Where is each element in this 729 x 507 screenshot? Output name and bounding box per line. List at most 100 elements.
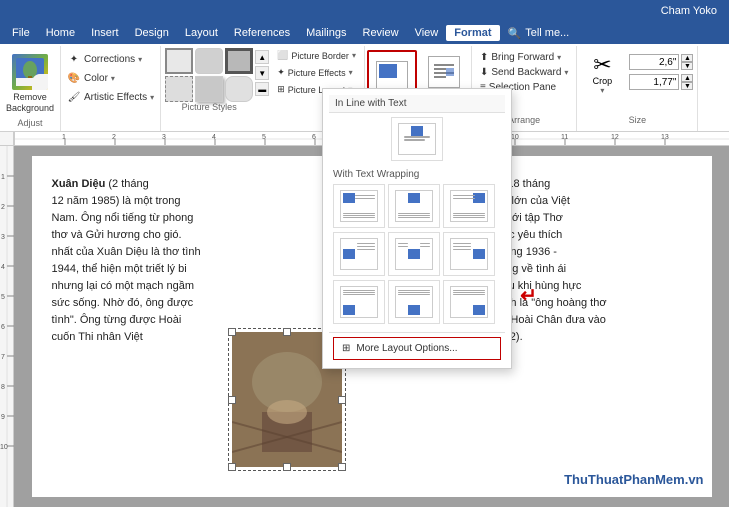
handle-br[interactable] [338, 463, 346, 471]
svg-text:4: 4 [212, 134, 216, 141]
style-swatch-3[interactable] [225, 48, 253, 74]
adjust-label [63, 125, 158, 127]
tell-me-label: Tell me... [525, 27, 569, 39]
svg-text:1: 1 [1, 174, 5, 181]
color-button[interactable]: 🎨 Color ▾ [63, 69, 158, 87]
remove-background-button[interactable]: RemoveBackground [2, 50, 58, 118]
height-down[interactable]: ▼ [681, 62, 693, 70]
picture-border-icon: ⬜ [277, 50, 288, 61]
svg-text:7: 7 [1, 354, 5, 361]
style-swatch-2[interactable] [195, 48, 223, 74]
menu-home[interactable]: Home [38, 25, 83, 41]
bring-forward-icon: ⬆ [480, 52, 488, 63]
menu-file[interactable]: File [4, 25, 38, 41]
send-backward-label: Send Backward [491, 67, 561, 78]
wrap-ml-icon [340, 238, 378, 270]
style-scroll-down[interactable]: ▼ [255, 66, 269, 80]
handle-tm[interactable] [283, 328, 291, 336]
crop-button[interactable]: ✂ Crop ▾ [579, 50, 625, 99]
menu-review[interactable]: Review [355, 25, 407, 41]
inline-label: In Line with Text [329, 95, 505, 113]
style-swatch-6[interactable] [225, 76, 253, 102]
handle-ml[interactable] [228, 396, 236, 404]
handle-bm[interactable] [283, 463, 291, 471]
bring-forward-button[interactable]: ⬆ Bring Forward ▾ [476, 50, 572, 65]
wrap-ml[interactable] [333, 232, 385, 276]
wrap-icon [428, 56, 460, 88]
svg-text:2: 2 [112, 134, 116, 141]
wrap-tl[interactable] [333, 184, 385, 228]
svg-text:8: 8 [1, 384, 5, 391]
corrections-label: Corrections [84, 54, 135, 65]
wrap-mr-icon [450, 238, 488, 270]
style-arrows: ▲ ▼ ▬ [255, 50, 269, 96]
search-icon: 🔍 [508, 27, 522, 40]
wrap-tc-icon [395, 190, 433, 222]
wrap-bl[interactable] [333, 280, 385, 324]
corrections-dropdown: ▾ [138, 55, 142, 64]
wrap-bc[interactable] [388, 280, 440, 324]
corrections-button[interactable]: ✦ Corrections ▾ [63, 50, 158, 68]
size-label: Size [629, 115, 647, 127]
wrap-br-icon [450, 286, 488, 318]
menu-view[interactable]: View [407, 25, 447, 41]
wrap-tc[interactable] [388, 184, 440, 228]
handle-tl[interactable] [228, 328, 236, 336]
menu-design[interactable]: Design [127, 25, 177, 41]
height-spinner: ▲ ▼ [681, 54, 693, 70]
style-expand[interactable]: ▬ [255, 82, 269, 96]
handle-mr[interactable] [338, 396, 346, 404]
more-layout-label: More Layout Options... [356, 343, 457, 354]
width-up[interactable]: ▲ [681, 74, 693, 82]
wrap-mc[interactable] [388, 232, 440, 276]
more-layout-button[interactable]: ⊞ More Layout Options... [333, 337, 501, 360]
arrow-indicator: ↵ [520, 283, 537, 308]
menu-references[interactable]: References [226, 25, 298, 41]
style-swatch-5[interactable] [195, 76, 223, 102]
height-up[interactable]: ▲ [681, 54, 693, 62]
ruler-corner [0, 132, 14, 146]
svg-text:6: 6 [312, 134, 316, 141]
picture-layout-icon: ⊞ [277, 84, 285, 95]
menu-mailings[interactable]: Mailings [298, 25, 354, 41]
width-down[interactable]: ▼ [681, 82, 693, 90]
wrap-bl-icon [340, 286, 378, 318]
handle-bl[interactable] [228, 463, 236, 471]
crop-label: Crop [593, 76, 613, 86]
wrap-mc-icon [395, 238, 433, 270]
wrap-tr[interactable] [443, 184, 495, 228]
tell-me-input[interactable]: 🔍 Tell me... [500, 25, 578, 42]
style-swatch-4[interactable] [165, 76, 193, 102]
artistic-effects-button[interactable]: 🖌 Artistic Effects ▾ [63, 88, 158, 106]
watermark: ThuThuatPhanMem.vn [564, 470, 703, 490]
height-input[interactable] [629, 54, 679, 70]
title-bar: Cham Yoko [0, 0, 729, 22]
picture-border-button[interactable]: ⬜ Picture Border ▾ [273, 48, 360, 63]
svg-text:5: 5 [262, 134, 266, 141]
wrapping-row-1 [329, 184, 505, 232]
style-scroll-up[interactable]: ▲ [255, 50, 269, 64]
inline-center-item[interactable] [391, 117, 443, 161]
wrap-br[interactable] [443, 280, 495, 324]
inline-center-icon [398, 123, 436, 155]
send-backward-button[interactable]: ⬇ Send Backward ▾ [476, 65, 572, 80]
style-swatch-1[interactable] [165, 48, 193, 74]
adjust-column: ✦ Corrections ▾ 🎨 Color ▾ 🖌 Artistic Eff… [63, 50, 158, 106]
menu-insert[interactable]: Insert [83, 25, 127, 41]
picture-effects-button[interactable]: ✦ Picture Effects ▾ [273, 65, 360, 80]
corrections-icon: ✦ [67, 52, 81, 66]
crop-icon: ✂ [593, 54, 611, 76]
svg-text:2: 2 [1, 204, 5, 211]
menu-format[interactable]: Format [446, 25, 499, 41]
wrap-tr-icon [450, 190, 488, 222]
svg-text:11: 11 [561, 134, 568, 141]
svg-text:9: 9 [1, 414, 5, 421]
wrap-mr[interactable] [443, 232, 495, 276]
svg-text:5: 5 [1, 294, 5, 301]
svg-text:1: 1 [62, 134, 66, 141]
menu-bar: File Home Insert Design Layout Reference… [0, 22, 729, 44]
color-icon: 🎨 [67, 71, 81, 85]
menu-layout[interactable]: Layout [177, 25, 226, 41]
svg-text:3: 3 [162, 134, 166, 141]
width-input[interactable] [629, 74, 679, 90]
